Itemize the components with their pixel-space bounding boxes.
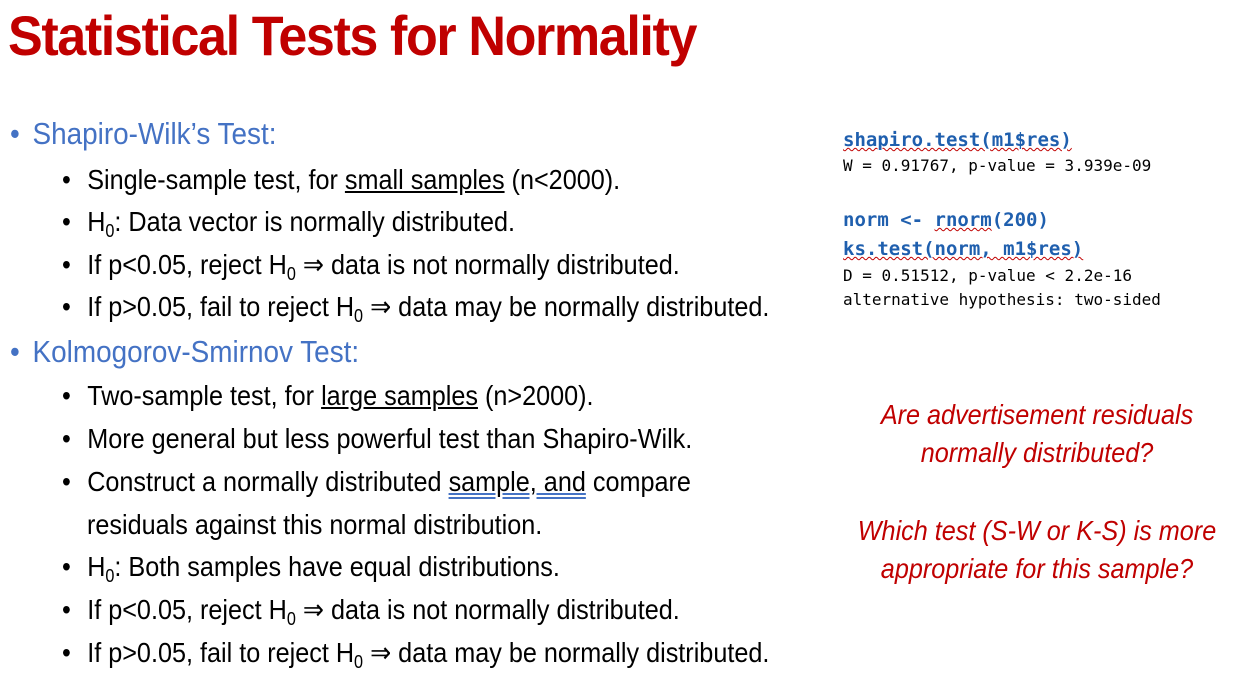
code-ks-alternative: alternative hypothesis: two-sided — [843, 290, 1161, 309]
bullet-icon: • — [62, 551, 71, 582]
bullet-icon: • — [62, 594, 71, 625]
question-which-test: Which test (S-W or K-S) is more appropri… — [857, 515, 1217, 584]
bullet-icon: • — [10, 334, 20, 369]
list-item: • If p<0.05, reject H0 ⇒ data is not norm… — [62, 590, 680, 630]
slide-title: Statistical Tests for Normality — [8, 4, 697, 67]
list-item: • H0: Both samples have equal distributio… — [62, 547, 560, 587]
list-item: • If p<0.05, reject H0 ⇒ data is not norm… — [62, 245, 680, 285]
bullet-icon: • — [62, 249, 71, 280]
code-rnorm-command: norm <- rnorm(200) — [843, 209, 1049, 231]
code-shapiro-output: W = 0.91767, p-value = 3.939e-09 — [843, 156, 1152, 175]
bullet-icon: • — [10, 116, 20, 151]
code-shapiro-command: shapiro.test(m1$res) — [843, 129, 1072, 151]
list-item: • Construct a normally distributed sample… — [62, 462, 691, 502]
code-ks-output: D = 0.51512, p-value < 2.2e-16 — [843, 266, 1132, 285]
list-item: • More general but less powerful test tha… — [62, 419, 692, 459]
list-item: • If p>0.05, fail to reject H0 ⇒ data may… — [62, 287, 769, 327]
bullet-icon: • — [62, 206, 71, 237]
section-heading-shapiro: • Shapiro-Wilk’s Test: — [10, 114, 276, 154]
list-item: • Single-sample test, for small samples (… — [62, 160, 620, 200]
bullet-icon: • — [62, 164, 71, 195]
list-item: • H0: Data vector is normally distributed… — [62, 202, 515, 242]
list-item: • Two-sample test, for large samples (n>2… — [62, 376, 594, 416]
bullet-icon: • — [62, 466, 71, 497]
code-ks-command: ks.test(norm, m1$res) — [843, 238, 1084, 260]
bullet-icon: • — [62, 291, 71, 322]
list-item: • If p>0.05, fail to reject H0 ⇒ data may… — [62, 633, 769, 673]
list-item-continuation: residuals against this normal distributi… — [87, 509, 543, 540]
bullet-icon: • — [62, 380, 71, 411]
bullet-icon: • — [62, 423, 71, 454]
question-residuals: Are advertisement residuals normally dis… — [880, 399, 1194, 468]
bullet-icon: • — [62, 637, 71, 668]
section-heading-ks: • Kolmogorov-Smirnov Test: — [10, 332, 359, 372]
